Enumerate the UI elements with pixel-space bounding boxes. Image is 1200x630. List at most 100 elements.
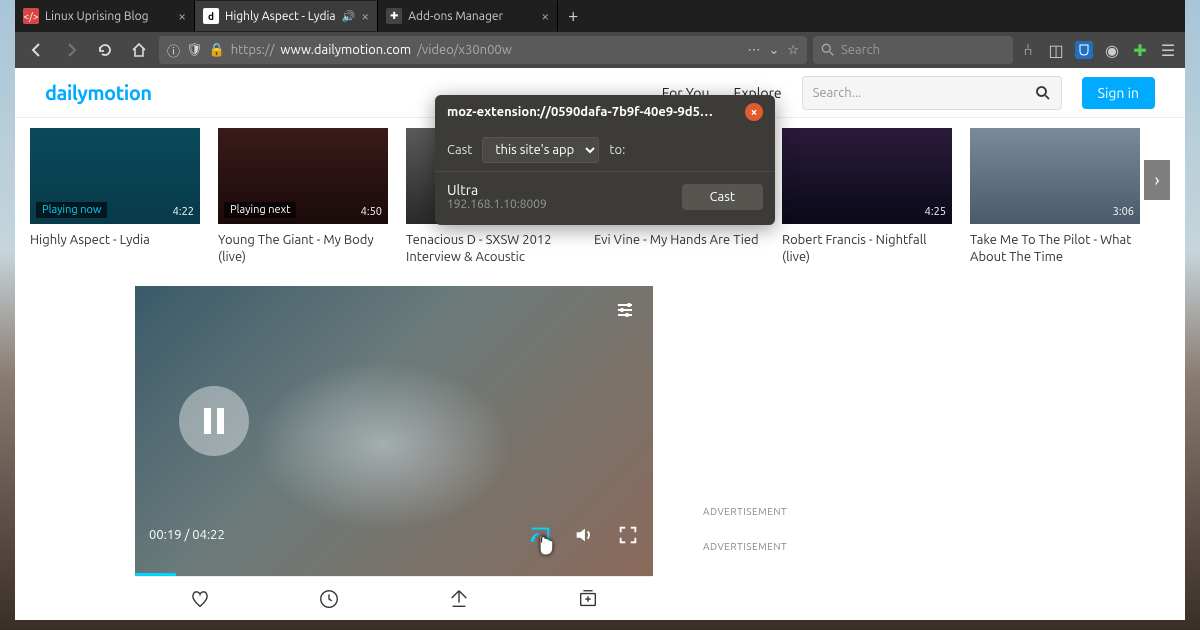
search-icon [821,43,835,57]
ad-label: ADVERTISEMENT [703,541,787,552]
player-settings-icon[interactable] [615,300,635,320]
thumb-title: Robert Francis - Nightfall (live) [782,232,952,266]
video-player[interactable]: 00:19 / 04:22 [135,286,653,576]
thumb-image: 4:25 [782,128,952,224]
lock-icon: 🔒 [209,43,225,58]
close-icon[interactable]: × [541,8,549,24]
tab-addons[interactable]: ✚ Add-ons Manager × [378,1,558,31]
row-next-button[interactable]: › [1144,160,1170,200]
reload-button[interactable] [91,36,119,64]
ad-label: ADVERTISEMENT [703,506,787,517]
toolbar-addons: ⑃ ◫ ◉ ✚ ☰ [1019,41,1177,59]
cast-mode-row: Cast this site's app to: [435,129,775,171]
favicon-icon: </> [23,8,39,24]
sign-in-button[interactable]: Sign in [1082,77,1155,109]
fullscreen-icon[interactable] [617,524,639,546]
dailymotion-logo[interactable]: dailymotion [45,81,152,104]
duration: 4:50 [361,206,382,218]
duration: 4:22 [173,206,194,218]
close-icon[interactable]: × [361,8,369,24]
progress-bar[interactable] [135,573,176,576]
bookmark-icon[interactable]: ☆ [787,43,799,58]
thumb-image: 3:06 [970,128,1140,224]
thumb-title: Highly Aspect - Lydia [30,232,200,249]
extension-puzzle-icon[interactable]: ✚ [1131,41,1149,59]
cast-mode-select[interactable]: this site's app [482,137,599,163]
search-placeholder: Search... [813,86,862,100]
tab-dailymotion[interactable]: d Highly Aspect - Lydia 🔊 × [195,1,378,31]
pause-button[interactable] [179,386,249,456]
back-button[interactable] [23,36,51,64]
close-icon[interactable]: × [745,103,763,121]
thumb-image: Playing now 4:22 [30,128,200,224]
player-area: 00:19 / 04:22 [15,266,1185,620]
video-thumb[interactable]: 3:06 Take Me To The Pilot - What About T… [970,128,1140,266]
tab-linux-uprising[interactable]: </> Linux Uprising Blog × [15,1,195,31]
playing-now-badge: Playing now [36,202,107,218]
url-bar[interactable]: ⓘ 🛡 🔒 https:// www.dailymotion.com/video/… [159,36,807,64]
sound-icon[interactable]: 🔊 [342,10,356,23]
tab-title: Highly Aspect - Lydia [225,10,336,23]
playing-next-badge: Playing next [224,202,296,218]
info-icon[interactable]: ⓘ [167,41,180,60]
favicon-icon: d [203,8,219,24]
forward-button[interactable] [57,36,85,64]
player-controls [529,524,639,546]
popup-title: moz-extension://0590dafa-7b9f-40e9-9d5… [447,105,713,119]
thumb-title: Tenacious D - SXSW 2012 Interview & Acou… [406,232,576,266]
gnome-icon[interactable]: ◉ [1103,41,1121,59]
url-protocol: https:// [231,43,275,57]
duration: 3:06 [1113,206,1134,218]
search-icon[interactable] [1035,85,1051,101]
volume-icon[interactable] [573,524,595,546]
ublock-icon[interactable] [1075,41,1093,59]
favicon-icon: ✚ [386,8,402,24]
tab-strip: </> Linux Uprising Blog × d Highly Aspec… [15,0,1185,32]
cast-label: Cast [447,143,472,157]
url-actions: ⋯ ⌄ ☆ [747,43,799,58]
video-action-bar [135,576,653,620]
cast-button[interactable]: Cast [682,184,763,210]
pause-icon [204,408,224,434]
browser-search[interactable]: Search [813,36,1013,64]
duration: 4:25 [925,206,946,218]
time-display: 00:19 / 04:22 [149,528,225,542]
library-icon[interactable]: ⑃ [1019,41,1037,59]
home-button[interactable] [125,36,153,64]
to-label: to: [609,143,625,157]
url-domain: www.dailymotion.com [280,43,411,57]
share-icon[interactable] [448,588,470,610]
pocket-icon[interactable]: ⌄ [768,43,779,58]
thumb-title: Young The Giant - My Body (live) [218,232,388,266]
video-thumb[interactable]: Playing now 4:22 Highly Aspect - Lydia [30,128,200,266]
cursor-icon [533,534,555,556]
url-path: /video/x30n00w [417,43,512,57]
browser-toolbar: ⓘ 🛡 🔒 https:// www.dailymotion.com/video/… [15,32,1185,68]
page-actions-icon[interactable]: ⋯ [747,43,760,58]
cast-device-row[interactable]: Ultra 192.168.1.10:8009 Cast [435,171,775,225]
total-time: 04:22 [192,528,225,542]
thumb-image: Playing next 4:50 [218,128,388,224]
device-name: Ultra [447,182,547,198]
cast-popup: moz-extension://0590dafa-7b9f-40e9-9d5… … [435,95,775,225]
tab-title: Add-ons Manager [408,10,503,23]
ads-column: ADVERTISEMENT ADVERTISEMENT [703,286,787,620]
new-tab-button[interactable]: + [558,6,588,26]
thumb-title: Take Me To The Pilot - What About The Ti… [970,232,1140,266]
tab-title: Linux Uprising Blog [45,10,149,23]
thumb-title: Evi Vine - My Hands Are Tied [594,232,764,249]
watch-later-icon[interactable] [318,588,340,610]
popup-header: moz-extension://0590dafa-7b9f-40e9-9d5… … [435,95,775,129]
add-to-playlist-icon[interactable] [577,588,599,610]
shield-icon[interactable]: 🛡 [186,43,203,58]
video-thumb[interactable]: Playing next 4:50 Young The Giant - My B… [218,128,388,266]
sidebar-icon[interactable]: ◫ [1047,41,1065,59]
site-search[interactable]: Search... [802,76,1062,110]
like-icon[interactable] [189,588,211,610]
menu-icon[interactable]: ☰ [1159,41,1177,59]
video-thumb[interactable]: 4:25 Robert Francis - Nightfall (live) [782,128,952,266]
device-ip: 192.168.1.10:8009 [447,198,547,211]
search-placeholder: Search [841,43,880,57]
cast-icon[interactable] [529,524,551,546]
close-icon[interactable]: × [178,8,186,24]
